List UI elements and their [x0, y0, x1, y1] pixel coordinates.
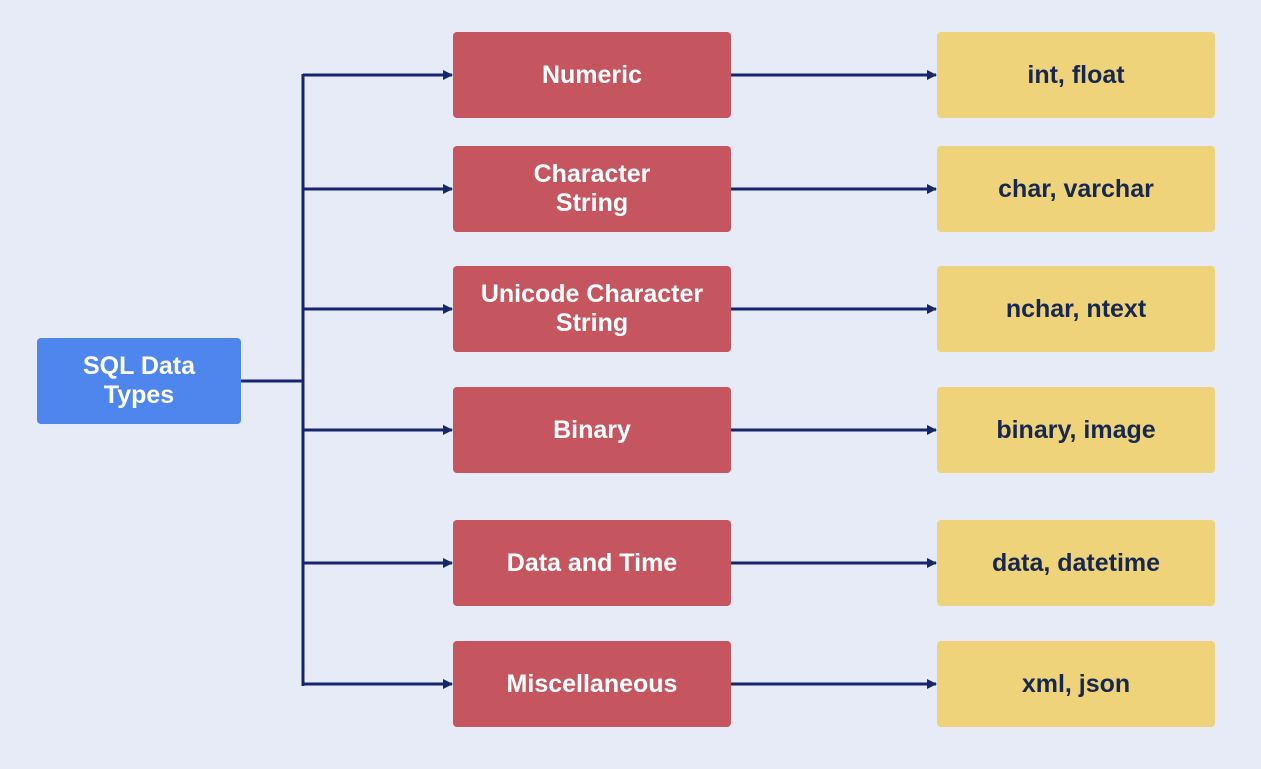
root-node-sql-data-types: SQL Data Types [37, 338, 241, 424]
example-label: binary, image [996, 415, 1156, 444]
category-label: Miscellaneous [506, 669, 678, 698]
category-label: Binary [553, 415, 631, 444]
category-node-numeric: Numeric [453, 32, 731, 118]
example-node-binary: binary, image [937, 387, 1215, 473]
example-label: xml, json [1021, 669, 1131, 698]
example-node-date-and-time: data, datetime [937, 520, 1215, 606]
example-label: int, float [1027, 60, 1125, 89]
example-label: data, datetime [991, 548, 1161, 577]
category-node-binary: Binary [453, 387, 731, 473]
category-node-unicode-character-string: Unicode Character String [453, 266, 731, 352]
category-label: Data and Time [506, 548, 678, 577]
category-node-date-and-time: Data and Time [453, 520, 731, 606]
category-node-miscellaneous: Miscellaneous [453, 641, 731, 727]
category-label: Character String [533, 160, 651, 217]
example-node-character-string: char, varchar [937, 146, 1215, 232]
category-node-character-string: Character String [453, 146, 731, 232]
category-label: Unicode Character String [480, 280, 704, 337]
root-node-label: SQL Data Types [82, 352, 196, 409]
example-node-miscellaneous: xml, json [937, 641, 1215, 727]
category-label: Numeric [541, 60, 643, 89]
example-label: char, varchar [998, 174, 1154, 203]
example-node-numeric: int, float [937, 32, 1215, 118]
example-node-unicode-character-string: nchar, ntext [937, 266, 1215, 352]
example-label: nchar, ntext [1005, 294, 1147, 323]
